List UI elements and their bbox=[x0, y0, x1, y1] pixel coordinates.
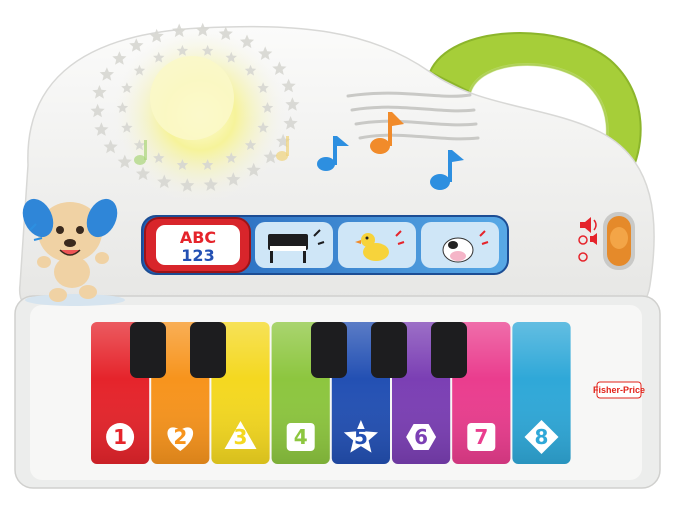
key-number-label: 3 bbox=[234, 425, 248, 449]
abc-label: ABC bbox=[180, 228, 216, 247]
duck-mode-button[interactable] bbox=[338, 222, 416, 268]
key-number-label: 7 bbox=[474, 425, 488, 449]
black-key-2[interactable] bbox=[190, 322, 226, 378]
black-key-4[interactable] bbox=[371, 322, 407, 378]
volume-switch[interactable] bbox=[603, 212, 635, 270]
piano-key-8[interactable]: 8 bbox=[512, 322, 571, 464]
number-label: 123 bbox=[181, 246, 214, 265]
key-number-label: 1 bbox=[113, 425, 127, 449]
cow-mode-button[interactable] bbox=[421, 222, 499, 268]
key-number-label: 4 bbox=[294, 425, 308, 449]
key-number-label: 2 bbox=[173, 425, 187, 449]
brand-logo-text: Fisher-Price bbox=[593, 385, 645, 395]
abc-123-button[interactable]: ABC 123 bbox=[144, 217, 251, 273]
black-key-3[interactable] bbox=[311, 322, 347, 378]
black-key-5[interactable] bbox=[431, 322, 467, 378]
black-key-1[interactable] bbox=[130, 322, 166, 378]
key-number-label: 8 bbox=[535, 425, 549, 449]
key-number-label: 5 bbox=[354, 425, 368, 449]
piano-mode-button[interactable] bbox=[255, 222, 333, 268]
fisher-price-logo: Fisher-Price bbox=[593, 381, 645, 399]
key-number-label: 6 bbox=[414, 425, 428, 449]
toy-piano-photo: ABC 123 1 2 3 4 5 6 7 8 Fisher-Price bbox=[14, 22, 661, 489]
